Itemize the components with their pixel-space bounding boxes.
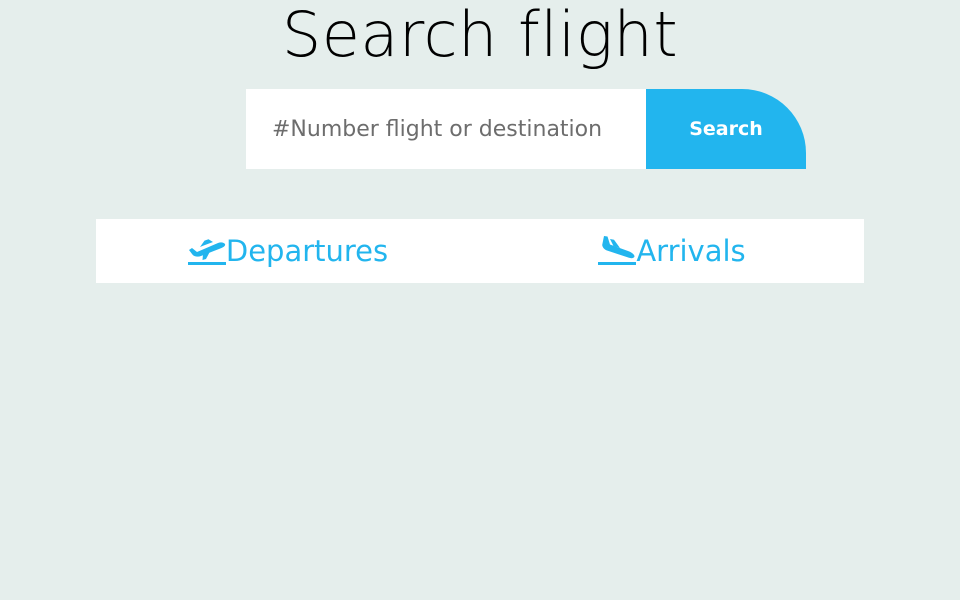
tab-departures[interactable]: Departures (96, 219, 480, 283)
tab-departures-label: Departures (225, 234, 389, 268)
search-flight-page: Search flight Search Departures (0, 0, 960, 600)
flight-tabs: Departures Arrivals (96, 219, 864, 283)
flight-land-icon (598, 235, 637, 267)
search-input[interactable] (246, 89, 646, 169)
search-button[interactable]: Search (646, 89, 806, 169)
tab-arrivals[interactable]: Arrivals (480, 219, 864, 283)
tab-arrivals-label: Arrivals (636, 234, 746, 268)
flight-takeoff-icon (187, 235, 226, 267)
page-title: Search flight (281, 0, 679, 71)
search-bar: Search (246, 89, 806, 169)
